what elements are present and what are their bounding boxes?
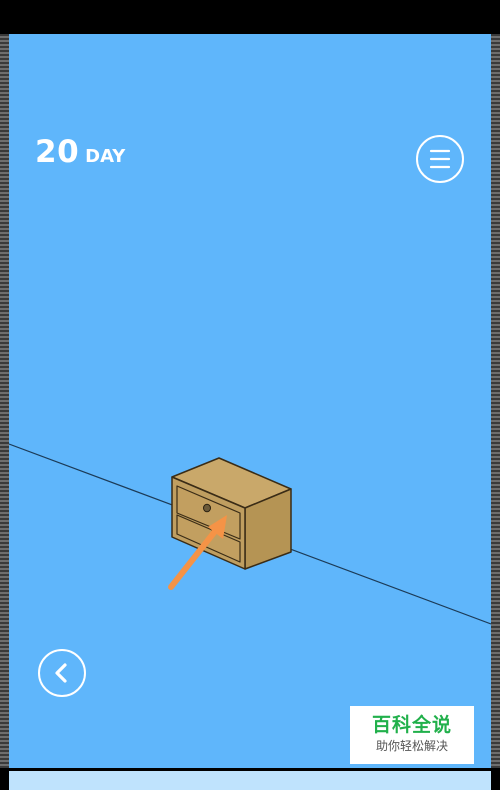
game-screen: 20 DAY 百科全说 助你轻松解决 [0, 0, 500, 790]
left-edge-strip [0, 34, 9, 768]
hamburger-icon [429, 149, 451, 169]
bottom-bar [9, 771, 491, 790]
watermark-subtitle: 助你轻松解决 [375, 739, 448, 753]
cabinet[interactable] [171, 457, 292, 570]
drawer-knob[interactable] [203, 503, 211, 513]
day-counter: 20 DAY [35, 134, 125, 170]
day-unit-label: DAY [85, 146, 126, 167]
menu-button[interactable] [416, 135, 464, 183]
watermark-badge: 百科全说 助你轻松解决 [350, 706, 474, 764]
game-area: 20 DAY [9, 34, 491, 768]
right-edge-strip [491, 34, 500, 768]
back-button[interactable] [38, 649, 86, 697]
chevron-left-icon [55, 663, 67, 683]
day-number: 20 [35, 134, 80, 170]
watermark-title: 百科全说 [371, 714, 452, 736]
